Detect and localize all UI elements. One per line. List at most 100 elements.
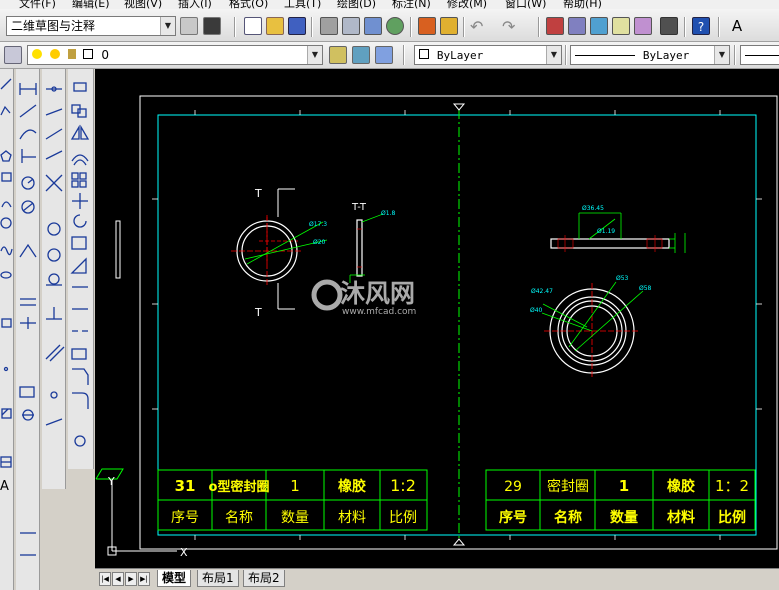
fillet-icon[interactable]	[72, 392, 89, 409]
polygon-tool-icon[interactable]	[0, 150, 12, 162]
drawing-canvas[interactable]: T T Ø17.3 Ø20 T-T Ø1.8 沐风网 www.mfcad.com	[95, 69, 779, 568]
join-icon[interactable]	[71, 348, 87, 360]
copy-icon[interactable]	[71, 104, 87, 118]
tab-layout2[interactable]: 布局2	[243, 570, 285, 587]
help-icon[interactable]: ?	[692, 17, 710, 35]
table-tool-icon[interactable]	[0, 456, 12, 468]
point-tool-icon[interactable]	[3, 366, 9, 372]
save-file-icon[interactable]	[288, 17, 306, 35]
match-properties-icon[interactable]	[418, 17, 436, 35]
baseline-dim-icon[interactable]	[20, 298, 36, 306]
layer-previous-icon[interactable]	[352, 46, 370, 64]
menu-insert[interactable]: 插入(I)	[178, 0, 212, 9]
text-style-icon[interactable]: A	[728, 17, 746, 35]
publish-icon[interactable]	[364, 17, 382, 35]
hatch-tool-icon[interactable]	[1, 408, 12, 419]
snap-endpoint-icon[interactable]	[45, 128, 63, 140]
snap-center-icon[interactable]	[47, 222, 61, 236]
next-tab-icon[interactable]: ▶	[125, 572, 137, 586]
3d-dwf-icon[interactable]	[386, 17, 404, 35]
scale-icon[interactable]	[71, 236, 87, 250]
print-icon[interactable]	[320, 17, 338, 35]
stretch-icon[interactable]	[70, 257, 87, 274]
chevron-down-icon: ▼	[546, 46, 561, 64]
multiline-text-icon[interactable]: A	[0, 479, 9, 494]
explode-icon[interactable]	[74, 435, 86, 447]
menu-tools[interactable]: 工具(T)	[284, 0, 321, 9]
menu-help[interactable]: 帮助(H)	[563, 0, 602, 9]
line-tool-icon[interactable]	[0, 78, 12, 90]
linetype-dropdown[interactable]: ByLayer ▼	[570, 45, 730, 65]
design-center-icon[interactable]	[546, 17, 564, 35]
sheet-set-icon[interactable]	[612, 17, 630, 35]
brush-icon[interactable]	[440, 17, 458, 35]
menu-modify[interactable]: 修改(M)	[447, 0, 487, 9]
layer-manager-icon[interactable]	[4, 46, 22, 64]
make-current-layer-icon[interactable]	[329, 46, 347, 64]
snap-parallel-icon[interactable]	[45, 344, 65, 362]
menu-format[interactable]: 格式(O)	[229, 0, 268, 9]
arc-length-icon[interactable]	[19, 129, 37, 140]
print-preview-icon[interactable]	[342, 17, 360, 35]
erase-icon[interactable]	[73, 82, 87, 92]
menu-dimension[interactable]: 标注(N)	[392, 0, 431, 9]
tab-model[interactable]: 模型	[157, 570, 192, 587]
rectangle-tool-icon[interactable]	[1, 172, 12, 182]
array-icon[interactable]	[71, 172, 87, 188]
markup-icon[interactable]	[634, 17, 652, 35]
drawing-border	[157, 114, 757, 536]
layer-dropdown[interactable]: 0 ▼	[27, 45, 323, 65]
prev-tab-icon[interactable]: ◀	[112, 572, 124, 586]
menu-file[interactable]: 文件(F)	[19, 0, 56, 9]
offset-icon[interactable]	[71, 154, 89, 166]
properties-icon[interactable]	[568, 17, 586, 35]
continue-dim-icon[interactable]	[20, 317, 36, 329]
ordinate-dim-icon[interactable]	[21, 149, 36, 163]
snap-quadrant-icon[interactable]	[47, 248, 61, 262]
chamfer-icon[interactable]	[72, 368, 89, 385]
spline-tool-icon[interactable]	[0, 246, 13, 256]
menu-view[interactable]: 视图(V)	[124, 0, 162, 9]
circle-tool-icon[interactable]	[0, 217, 12, 229]
tool-palettes-icon[interactable]	[590, 17, 608, 35]
snap-tangent-icon[interactable]	[46, 273, 62, 286]
workspace-dropdown[interactable]: 二维草图与注释 ▼	[6, 16, 176, 36]
redo-icon[interactable]: ↷	[502, 18, 524, 36]
last-tab-icon[interactable]: ▶|	[138, 572, 150, 586]
snap-perpendicular-icon[interactable]	[46, 307, 62, 320]
new-file-icon[interactable]	[244, 17, 262, 35]
linear-dim-icon[interactable]	[19, 83, 37, 95]
menu-window[interactable]: 窗口(W)	[505, 0, 546, 9]
workspace-settings-icon[interactable]	[180, 17, 198, 35]
lineweight-dropdown[interactable]	[740, 45, 779, 65]
workspace-save-icon[interactable]	[203, 17, 221, 35]
move-icon[interactable]	[72, 193, 88, 209]
diameter-dim-icon[interactable]	[21, 200, 35, 214]
layer-states-icon[interactable]	[375, 46, 393, 64]
insert-block-icon[interactable]	[1, 318, 12, 328]
menu-draw[interactable]: 绘图(D)	[337, 0, 376, 9]
first-tab-icon[interactable]: |◀	[99, 572, 111, 586]
calculator-icon[interactable]	[660, 17, 678, 35]
snap-midpoint-icon[interactable]	[45, 150, 63, 160]
snap-node-icon[interactable]	[50, 391, 58, 399]
menu-edit[interactable]: 编辑(E)	[72, 0, 110, 9]
mirror-icon[interactable]	[70, 124, 90, 140]
rotate-icon[interactable]	[73, 214, 87, 228]
arc-tool-icon[interactable]	[1, 201, 12, 208]
snap-from-icon[interactable]	[45, 108, 63, 116]
snap-nearest-icon[interactable]	[45, 418, 63, 426]
color-dropdown[interactable]: ByLayer ▼	[414, 45, 562, 65]
polyline-tool-icon[interactable]	[0, 105, 11, 116]
ellipse-tool-icon[interactable]	[0, 271, 12, 279]
center-mark-icon[interactable]	[22, 409, 34, 421]
angular-dim-icon[interactable]	[19, 243, 37, 258]
open-file-icon[interactable]	[266, 17, 284, 35]
undo-icon[interactable]: ↶	[470, 18, 492, 36]
temp-track-icon[interactable]	[46, 86, 62, 92]
snap-intersection-icon[interactable]	[45, 174, 63, 192]
aligned-dim-icon[interactable]	[19, 104, 37, 118]
tolerance-icon[interactable]	[19, 386, 35, 398]
radius-dim-icon[interactable]	[21, 176, 35, 190]
tab-layout1[interactable]: 布局1	[197, 570, 239, 587]
